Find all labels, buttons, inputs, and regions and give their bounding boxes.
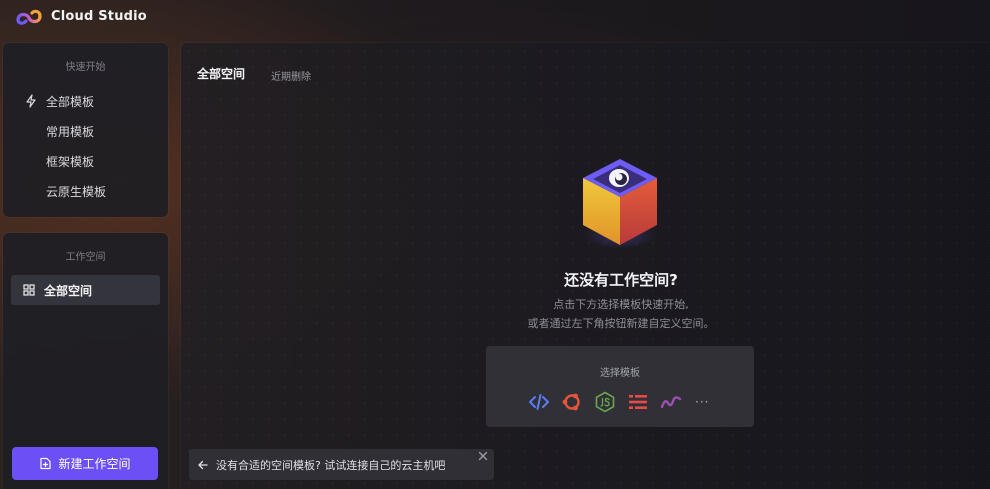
tab-recently-deleted[interactable]: 近期删除 [271,68,311,83]
tab-all-spaces[interactable]: 全部空间 [197,65,245,82]
new-workspace-button[interactable]: 新建工作空间 [12,447,158,480]
sidebar-item-label: 全部模板 [46,94,95,109]
sidebar-item-all-spaces[interactable]: 全部空间 [11,275,160,305]
more-templates-button[interactable]: ··· [695,395,709,409]
sidebar-item-label: 常用模板 [46,124,95,139]
sidebar-item-common-templates[interactable]: 常用模板 [13,117,159,145]
sidebar-item-label: 云原生模板 [46,184,107,199]
template-picker: 选择模板 ··· [486,346,754,427]
close-icon[interactable] [478,451,488,461]
workspace-title: 工作空间 [65,252,106,263]
new-file-icon [40,457,52,470]
sidebar-item-label: 框架模板 [46,154,95,169]
brand-name: Cloud Studio [51,9,147,24]
code-icon[interactable] [528,391,550,413]
ubuntu-icon[interactable] [561,391,583,413]
empty-box-illustration-icon [583,159,657,249]
sidebar-item-label: 全部空间 [44,283,93,298]
empty-state-title: 还没有工作空间? [564,271,678,289]
empty-state-description: 点击下方选择模板快速开始, [553,298,689,311]
top-bar: Cloud Studio [0,0,990,36]
arrow-left-icon [198,460,208,469]
quick-start-panel: 快速开始 全部模板 常用模板 框架模板 云原生模板 [3,43,168,217]
quick-start-title: 快速开始 [65,62,106,73]
empty-state-description: 或者通过左下角按钮新建自定义空间。 [527,317,715,330]
connect-host-link[interactable]: 没有合适的空间模板? 试试连接自己的云主机吧 [216,457,445,473]
sidebar-item-all-templates[interactable]: 全部模板 [13,87,159,115]
template-picker-title: 选择模板 [600,368,640,379]
wave-icon[interactable] [660,391,682,413]
grid-icon [23,284,35,296]
lightning-icon [26,94,36,108]
cloud-studio-logo-icon[interactable] [14,7,44,27]
main-content-panel: 全部空间 近期删除 还没有工作空间? 点击下方选择模板快速开始, 或者通过左下角… [181,43,990,489]
new-workspace-label: 新建工作空间 [58,457,131,471]
sidebar-item-framework-templates[interactable]: 框架模板 [13,147,159,175]
template-icon-row: ··· [528,390,709,414]
connect-host-banner: 没有合适的空间模板? 试试连接自己的云主机吧 [189,449,494,480]
menu-lines-icon[interactable] [627,391,649,413]
nodejs-icon[interactable] [594,391,616,413]
sidebar-item-cloud-native-templates[interactable]: 云原生模板 [13,177,159,205]
